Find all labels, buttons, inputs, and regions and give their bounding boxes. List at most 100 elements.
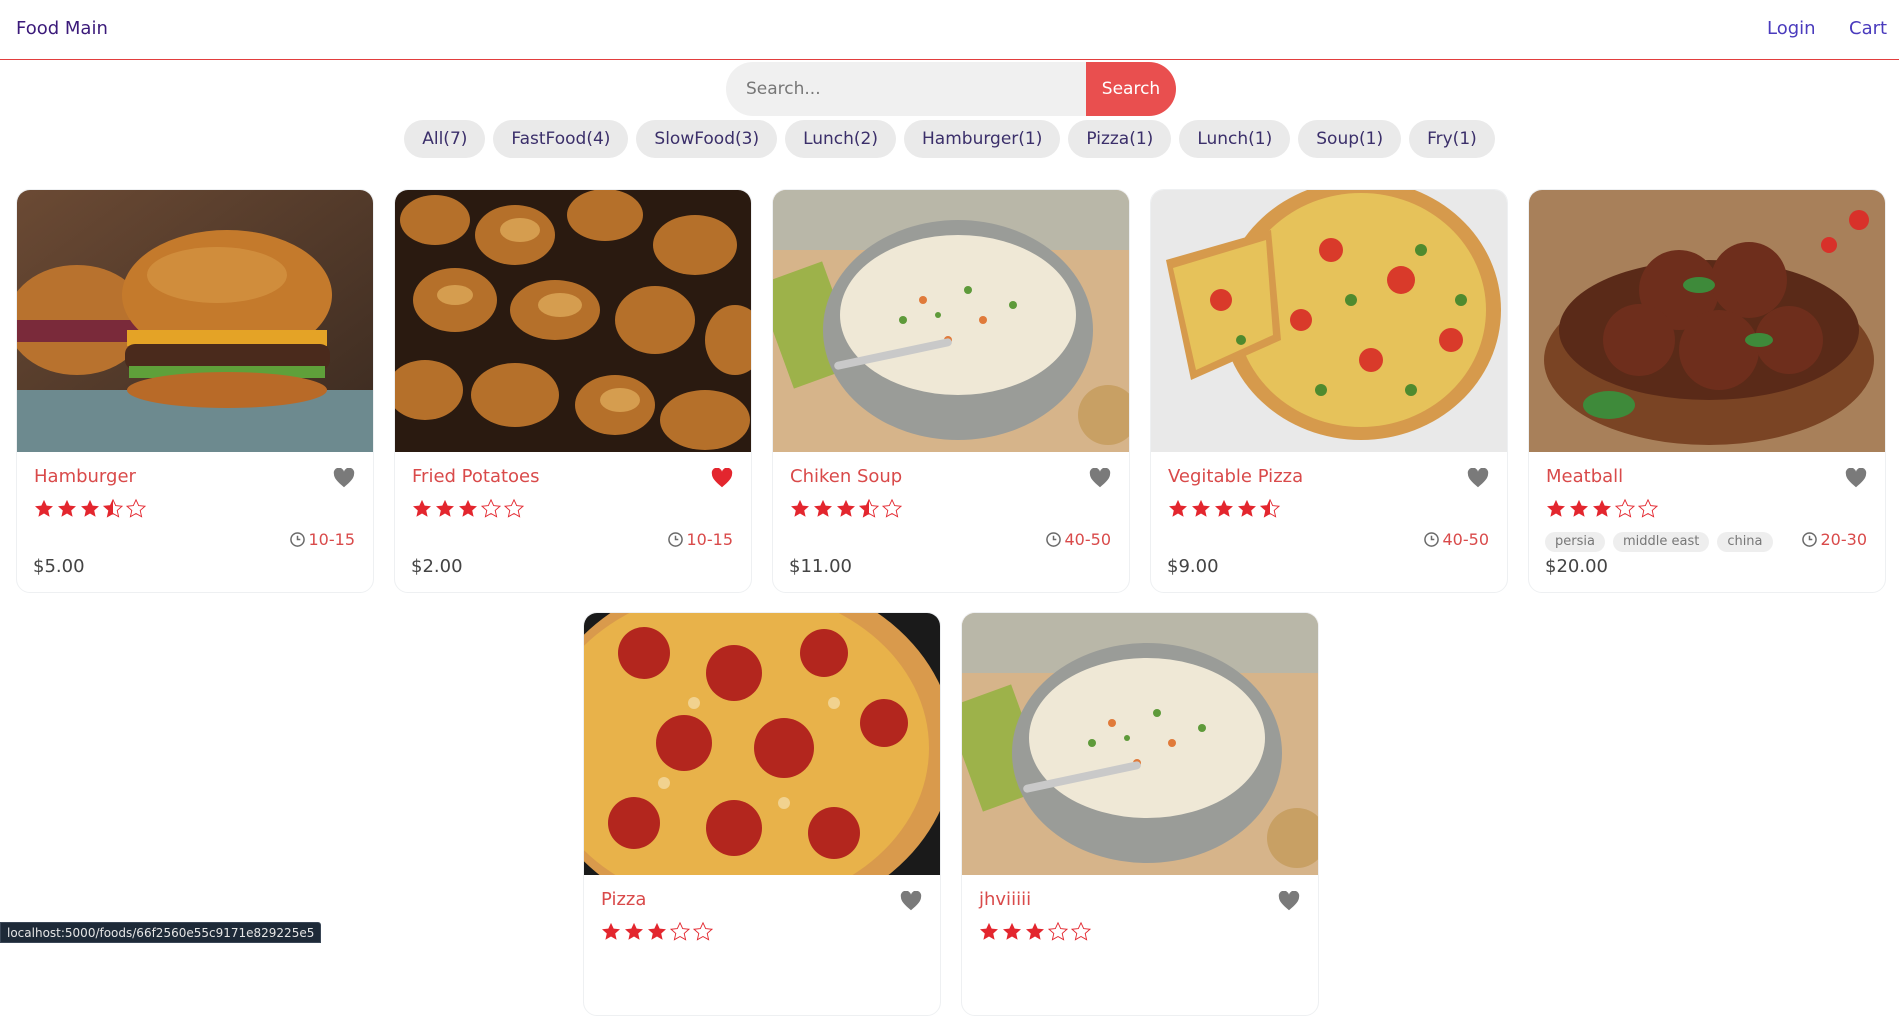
clock-icon — [1423, 532, 1439, 547]
food-image — [773, 190, 1129, 452]
cook-time: 40-50 — [1045, 530, 1112, 549]
star-icon — [623, 921, 645, 943]
cook-time: 40-50 — [1423, 530, 1490, 549]
clock-icon — [667, 532, 683, 547]
food-card[interactable]: Meatball persia middle east china 20-30 $2… — [1528, 189, 1886, 593]
top-header: Food Main Login Cart — [0, 0, 1899, 60]
origin-chip: china — [1717, 532, 1773, 552]
star-icon — [835, 498, 857, 520]
food-name: Meatball — [1546, 466, 1624, 487]
star-icon — [1213, 498, 1235, 520]
star-icon — [1568, 498, 1590, 520]
brand-link[interactable]: Food Main — [16, 18, 108, 39]
food-name: Pizza — [601, 889, 647, 910]
food-name: Chiken Soup — [790, 466, 903, 487]
heart-icon[interactable] — [1845, 467, 1867, 488]
clock-icon — [1801, 532, 1817, 547]
star-icon — [1614, 498, 1636, 520]
food-name: Fried Potatoes — [412, 466, 540, 487]
tag-fry[interactable]: Fry(1) — [1409, 120, 1495, 158]
heart-icon[interactable] — [333, 467, 355, 488]
star-icon — [411, 498, 433, 520]
tag-slowfood[interactable]: SlowFood(3) — [636, 120, 778, 158]
star-rating — [33, 498, 147, 520]
cook-time-label: 10-15 — [308, 530, 356, 549]
star-icon — [812, 498, 834, 520]
star-icon — [457, 498, 479, 520]
star-icon — [503, 498, 525, 520]
cook-time: 10-15 — [289, 530, 356, 549]
star-icon — [789, 498, 811, 520]
login-link[interactable]: Login — [1767, 18, 1816, 39]
clock-icon — [1045, 532, 1061, 547]
food-name: jhviiiii — [979, 889, 1032, 910]
food-price: $5.00 — [33, 556, 85, 577]
star-icon — [1001, 921, 1023, 943]
star-icon — [1259, 498, 1281, 520]
star-rating — [600, 921, 714, 943]
food-price: $9.00 — [1167, 556, 1219, 577]
star-icon — [646, 921, 668, 943]
food-card[interactable]: Fried Potatoes 10-15 $2.00 — [394, 189, 752, 593]
food-image — [17, 190, 373, 452]
search-bar: Search — [726, 62, 1176, 116]
food-card[interactable]: Vegitable Pizza 40-50 $9.00 — [1150, 189, 1508, 593]
food-card[interactable]: Chiken Soup 40-50 $11.00 — [772, 189, 1130, 593]
heart-icon[interactable] — [1089, 467, 1111, 488]
star-rating — [978, 921, 1092, 943]
tag-list: All(7) FastFood(4) SlowFood(3) Lunch(2) … — [0, 120, 1899, 158]
food-image — [584, 613, 940, 875]
star-rating — [1167, 498, 1281, 520]
star-icon — [692, 921, 714, 943]
star-icon — [1545, 498, 1567, 520]
food-price: $11.00 — [789, 556, 852, 577]
origin-chip: persia — [1545, 532, 1605, 552]
tag-lunch-2[interactable]: Lunch(1) — [1179, 120, 1291, 158]
food-card[interactable]: Pizza — [583, 612, 941, 1016]
star-rating — [789, 498, 903, 520]
cook-time-label: 40-50 — [1442, 530, 1490, 549]
food-price: $20.00 — [1545, 556, 1608, 577]
cook-time: 20-30 — [1801, 530, 1868, 549]
star-icon — [1070, 921, 1092, 943]
star-icon — [858, 498, 880, 520]
star-icon — [102, 498, 124, 520]
food-image — [1529, 190, 1885, 452]
food-card[interactable]: jhviiiii — [961, 612, 1319, 1016]
cook-time-label: 40-50 — [1064, 530, 1112, 549]
star-icon — [669, 921, 691, 943]
tag-lunch[interactable]: Lunch(2) — [785, 120, 897, 158]
star-icon — [1024, 921, 1046, 943]
cook-time-label: 20-30 — [1820, 530, 1868, 549]
star-icon — [1047, 921, 1069, 943]
star-icon — [1236, 498, 1258, 520]
heart-icon[interactable] — [711, 467, 733, 488]
food-name: Vegitable Pizza — [1168, 466, 1304, 487]
heart-icon[interactable] — [1467, 467, 1489, 488]
food-price: $2.00 — [411, 556, 463, 577]
star-rating — [411, 498, 525, 520]
origin-chip: middle east — [1612, 532, 1710, 552]
food-card[interactable]: Hamburger 10-15 $5.00 — [16, 189, 374, 593]
heart-icon[interactable] — [900, 890, 922, 911]
search-button[interactable]: Search — [1086, 62, 1176, 116]
tag-soup[interactable]: Soup(1) — [1298, 120, 1402, 158]
origin-chips: persia middle east china — [1545, 532, 1773, 552]
star-rating — [1545, 498, 1659, 520]
food-name: Hamburger — [34, 466, 136, 487]
star-icon — [881, 498, 903, 520]
food-image — [395, 190, 751, 452]
heart-icon[interactable] — [1278, 890, 1300, 911]
tag-pizza[interactable]: Pizza(1) — [1068, 120, 1172, 158]
star-icon — [1190, 498, 1212, 520]
search-input[interactable] — [726, 62, 1086, 116]
tag-all[interactable]: All(7) — [404, 120, 486, 158]
cook-time: 10-15 — [667, 530, 733, 549]
cart-link[interactable]: Cart — [1849, 18, 1887, 39]
tag-fastfood[interactable]: FastFood(4) — [493, 120, 629, 158]
star-icon — [1591, 498, 1613, 520]
status-url-bar: localhost:5000/foods/66f2560e55c9171e829… — [0, 922, 322, 943]
tag-hamburger[interactable]: Hamburger(1) — [904, 120, 1061, 158]
food-image — [1151, 190, 1507, 452]
food-image — [962, 613, 1318, 875]
